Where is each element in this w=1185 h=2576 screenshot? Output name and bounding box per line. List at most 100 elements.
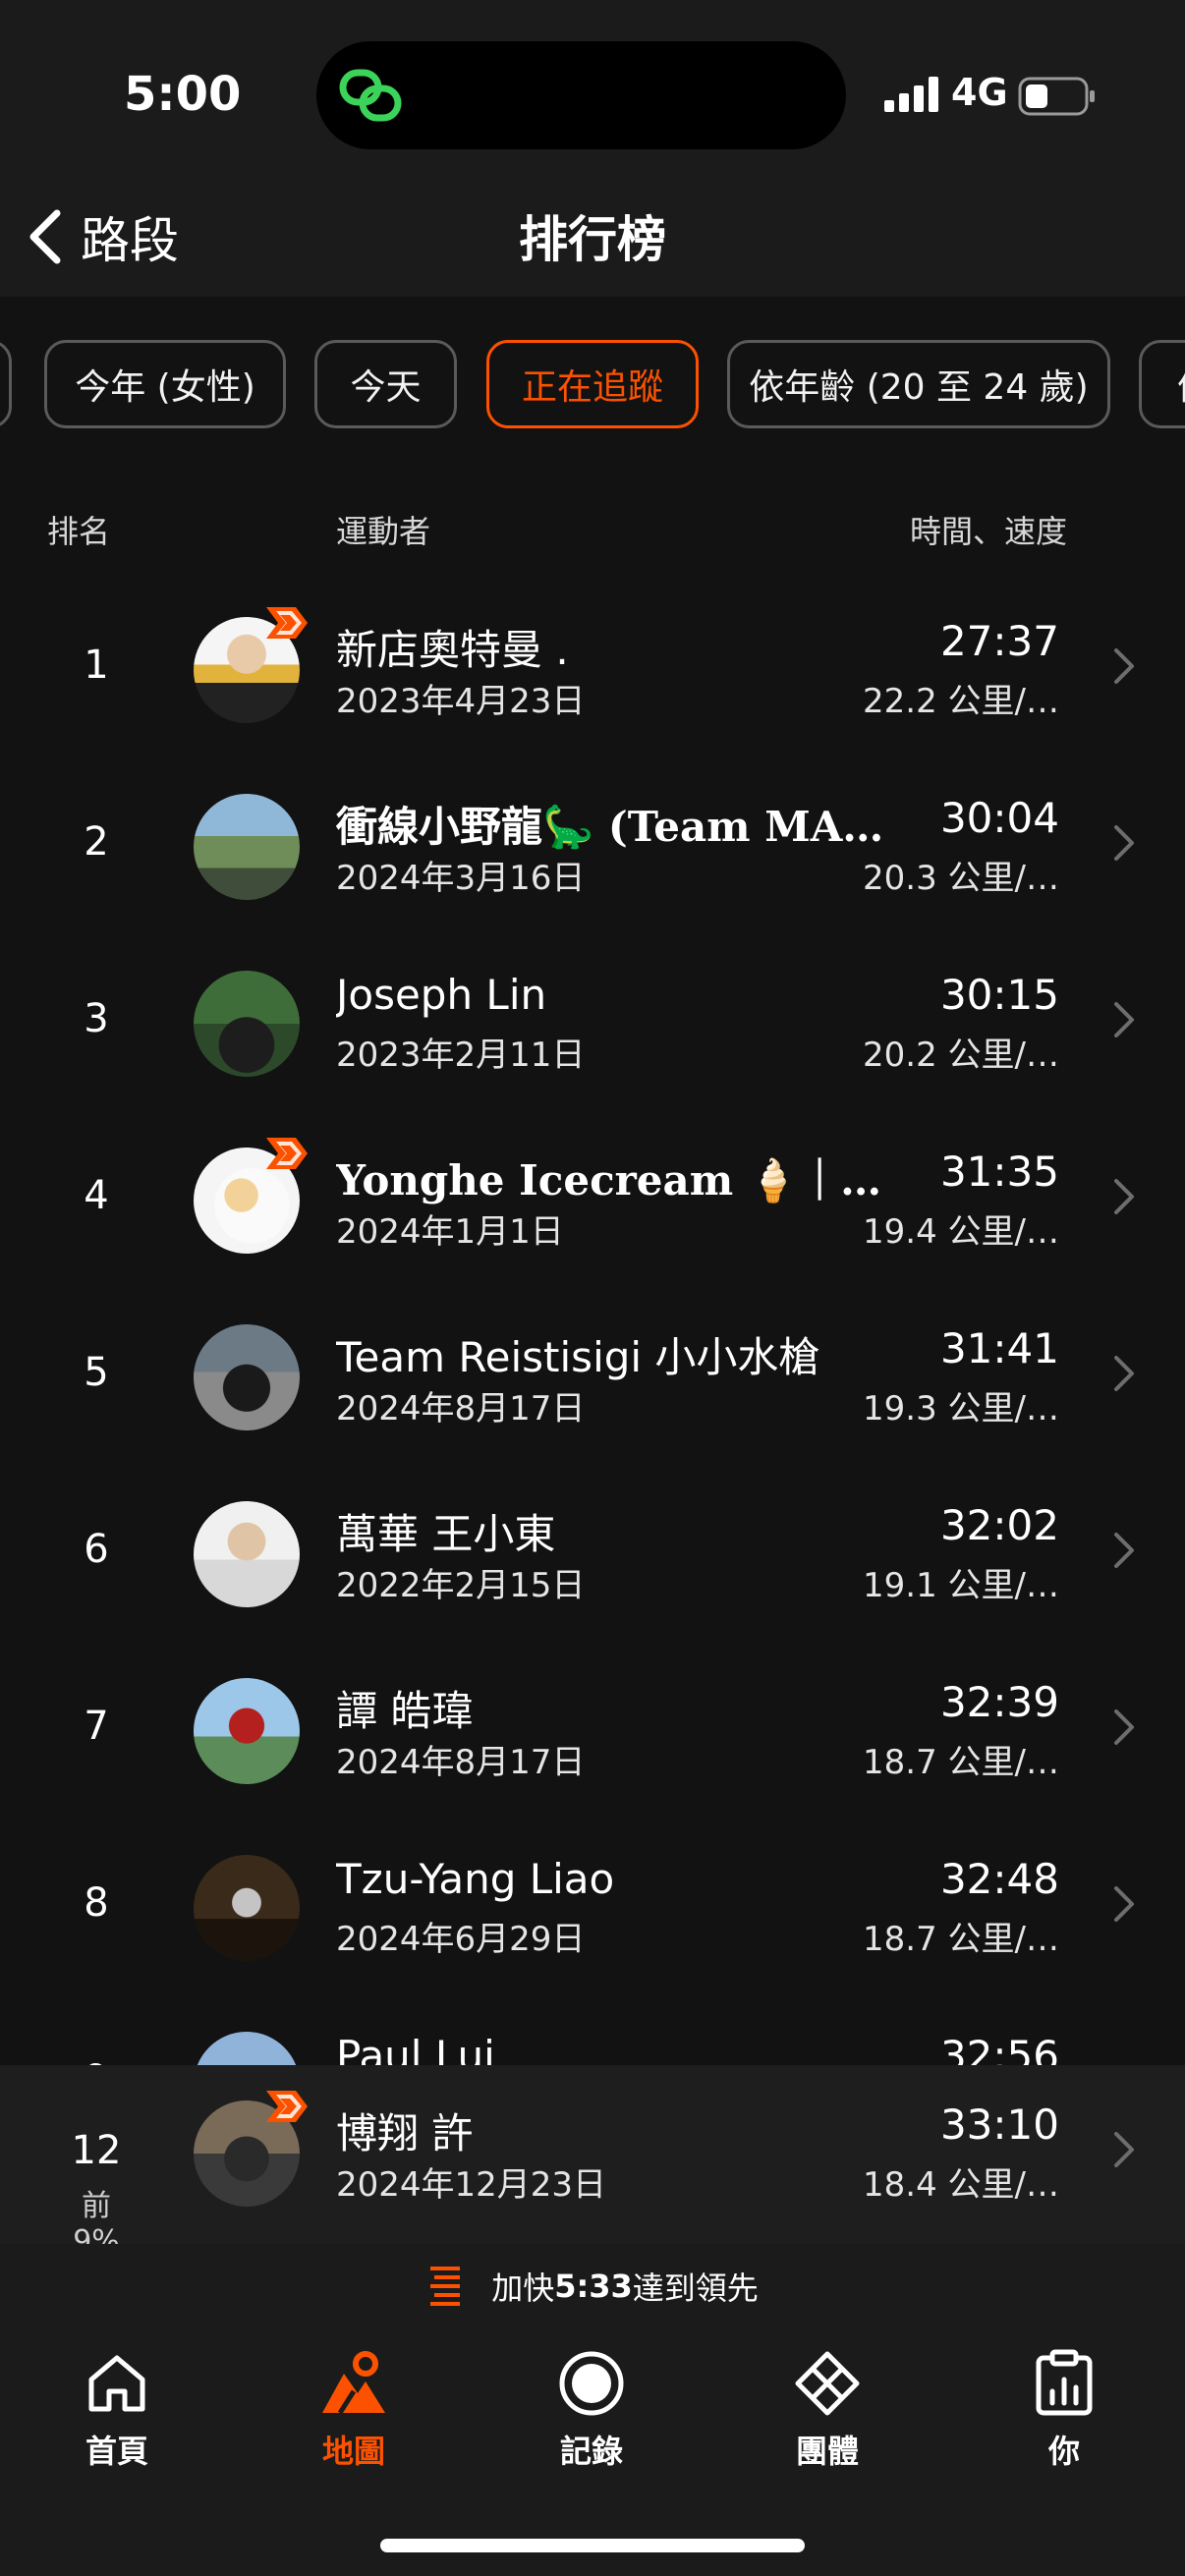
signal-icon (884, 77, 938, 112)
average-speed: 19.1 公里/… (863, 1566, 1059, 1605)
avatar[interactable] (194, 971, 300, 1077)
activity-date: 2024年8月17日 (336, 1389, 586, 1428)
record-icon (559, 2351, 624, 2416)
my-leaderboard-row[interactable]: 12 前 9% 博翔 許 2024年12月23日 33:10 18.4 公里/… (0, 2065, 1185, 2259)
leaderboard-row[interactable]: 4 Yonghe Icecream 🍦｜T… 2024年1月1日 31:35 1… (0, 1106, 1185, 1283)
tab-label: 記錄 (559, 2433, 623, 2470)
leaderboard-row[interactable]: 1 新店奧特曼 . 2023年4月23日 27:37 22.2 公里/… (0, 576, 1185, 753)
leaderboard-list[interactable]: 1 新店奧特曼 . 2023年4月23日 27:37 22.2 公里/… 2 衝… (0, 576, 1185, 2067)
leaderboard-row[interactable]: 7 譚 皓瑋 2024年8月17日 32:39 18.7 公里/… (0, 1637, 1185, 1814)
tab-label: 地圖 (321, 2433, 385, 2470)
average-speed: 18.7 公里/… (863, 1743, 1059, 1782)
athlete-name: Yonghe Icecream 🍦｜T… (336, 1156, 886, 1204)
activity-date: 2023年2月11日 (336, 1036, 586, 1075)
elapsed-time: 27:37 (939, 617, 1059, 665)
local-legend-badge-icon (266, 607, 308, 639)
network-type: 4G (951, 71, 1008, 114)
rank-number: 4 (84, 1173, 109, 1218)
activity-date: 2024年6月29日 (336, 1920, 586, 1959)
chevron-right-icon (1114, 1709, 1134, 1745)
rank-number: 1 (84, 643, 109, 688)
groups-icon (795, 2351, 860, 2416)
chevron-right-icon (1114, 648, 1134, 684)
my-average-speed: 18.4 公里/… (863, 2165, 1059, 2205)
tab-label: 首頁 (85, 2433, 148, 2470)
filter-chip-following[interactable]: 正在追蹤 (486, 340, 699, 428)
filter-chip-partial-left[interactable] (0, 340, 12, 428)
my-activity-date: 2024年12月23日 (336, 2165, 607, 2205)
rank-number: 5 (84, 1350, 109, 1395)
filter-chip-age[interactable]: 依年齡 (20 至 24 歲) (727, 340, 1110, 428)
average-speed: 19.4 公里/… (863, 1212, 1059, 1252)
my-elapsed-time: 33:10 (939, 2100, 1059, 2149)
avatar[interactable] (194, 1324, 300, 1430)
avatar[interactable] (194, 794, 300, 900)
elapsed-time: 32:39 (939, 1678, 1059, 1726)
tab-groups[interactable]: 團體 (749, 2348, 906, 2472)
avatar[interactable] (194, 1678, 300, 1784)
rank-number: 3 (84, 996, 109, 1041)
my-athlete-name: 博翔 許 (336, 2109, 474, 2157)
athlete-name: 新店奧特曼 . (336, 626, 569, 674)
athlete-name: 衝線小野龍🦕 (Team MA… (336, 803, 884, 851)
athlete-name: Joseph Lin (336, 971, 547, 1019)
leaderboard-row[interactable]: 8 Tzu-Yang Liao 2024年6月29日 32:48 18.7 公里… (0, 1814, 1185, 1990)
you-icon (1036, 2349, 1093, 2416)
rank-number: 6 (84, 1527, 109, 1572)
rank-number: 2 (84, 819, 109, 865)
goal-banner: 加快 5:33 達到領先 (0, 2244, 1185, 2328)
column-header-rank: 排名 (47, 513, 111, 550)
chevron-right-icon (1114, 1886, 1134, 1922)
leaderboard-row[interactable]: 9 Paul Lui 32:56 (0, 1990, 1185, 2067)
chevron-right-icon (1114, 1179, 1134, 1214)
athlete-name: 譚 皓瑋 (336, 1687, 474, 1735)
filter-chip-bar[interactable]: 今年 (女性) 今天 正在追蹤 依年齡 (20 至 24 歲) 依 (0, 297, 1185, 474)
athlete-name: 萬華 王小東 (336, 1510, 556, 1558)
local-legend-badge-icon (266, 1138, 308, 1169)
column-header-athlete: 運動者 (336, 513, 431, 550)
chevron-right-icon (1114, 2132, 1134, 2167)
map-icon (322, 2351, 385, 2415)
tab-home[interactable]: 首頁 (38, 2348, 196, 2472)
elapsed-time: 30:04 (939, 794, 1059, 842)
average-speed: 20.2 公里/… (863, 1036, 1059, 1075)
elapsed-time: 31:41 (939, 1324, 1059, 1372)
chevron-right-icon (1114, 1002, 1134, 1037)
home-icon (88, 2355, 145, 2412)
avatar[interactable] (194, 2032, 300, 2067)
local-legend-badge-icon (266, 2091, 308, 2122)
tab-map[interactable]: 地圖 (275, 2348, 432, 2472)
filter-chip-this-year-women[interactable]: 今年 (女性) (44, 340, 286, 428)
rank-number: 7 (84, 1704, 109, 1749)
leaderboard-row[interactable]: 5 Team Reistisigi 小小水槍 2024年8月17日 31:41 … (0, 1283, 1185, 1460)
activity-date: 2024年3月16日 (336, 859, 586, 898)
rank-number: 8 (84, 1880, 109, 1926)
goal-time-gap: 5:33 (554, 2268, 633, 2305)
goal-suffix: 達到領先 (632, 2269, 759, 2307)
average-speed: 18.7 公里/… (863, 1920, 1059, 1959)
leaderboard-row[interactable]: 3 Joseph Lin 2023年2月11日 30:15 20.2 公里/… (0, 929, 1185, 1106)
activity-date: 2022年2月15日 (336, 1566, 586, 1605)
tab-record[interactable]: 記錄 (513, 2348, 670, 2472)
average-speed: 19.3 公里/… (863, 1389, 1059, 1428)
link-icon (339, 69, 402, 122)
activity-date: 2024年1月1日 (336, 1212, 564, 1252)
elapsed-time: 31:35 (939, 1148, 1059, 1196)
leaderboard-row[interactable]: 6 萬華 王小東 2022年2月15日 32:02 19.1 公里/… (0, 1460, 1185, 1637)
athlete-name: Paul Lui (336, 2032, 495, 2067)
avatar[interactable] (194, 1855, 300, 1961)
leaderboard-list-icon (430, 2267, 461, 2306)
filter-chip-partial-right[interactable]: 依 (1139, 340, 1185, 428)
elapsed-time: 32:48 (939, 1855, 1059, 1903)
filter-chip-today[interactable]: 今天 (314, 340, 457, 428)
tab-label: 你 (1047, 2433, 1080, 2470)
activity-date: 2024年8月17日 (336, 1743, 586, 1782)
chevron-right-icon (1114, 1356, 1134, 1391)
tab-you[interactable]: 你 (986, 2348, 1143, 2472)
home-indicator[interactable] (380, 2539, 805, 2552)
status-time: 5:00 (124, 67, 242, 122)
column-header-time: 時間、速度 (909, 513, 1067, 550)
elapsed-time: 30:15 (939, 971, 1059, 1019)
avatar[interactable] (194, 1501, 300, 1607)
leaderboard-row[interactable]: 2 衝線小野龍🦕 (Team MA… 2024年3月16日 30:04 20.3… (0, 753, 1185, 929)
